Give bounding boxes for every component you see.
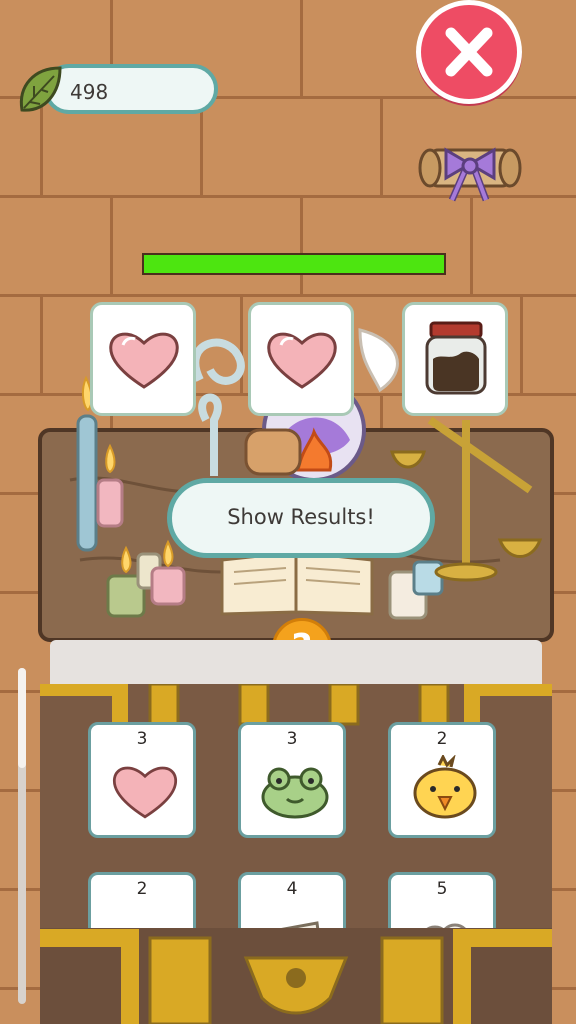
recipe-scroll-button[interactable]: [416, 128, 524, 210]
inventory-item-heart[interactable]: 3: [88, 722, 196, 838]
show-results-button[interactable]: Show Results!: [167, 478, 435, 558]
item-count: 2: [136, 879, 148, 899]
heart-icon: [267, 332, 337, 389]
item-count: 2: [436, 729, 448, 749]
item-count: 4: [286, 879, 298, 899]
scroll-ribbon-icon: [418, 147, 522, 202]
progress-fill: [144, 255, 444, 273]
close-icon: [445, 27, 493, 77]
ingredient-slot-1[interactable]: [90, 302, 196, 416]
jar-icon: [425, 321, 487, 395]
ingredient-slot-2[interactable]: [248, 302, 354, 416]
frog-icon: [261, 767, 329, 819]
inventory-grid: 3 3 2 2 4 5: [88, 722, 498, 942]
close-button[interactable]: [416, 0, 522, 104]
heart-icon: [109, 332, 179, 389]
brew-progress-bar: [142, 253, 446, 275]
item-count: 3: [286, 729, 298, 749]
currency-value: 498: [70, 80, 109, 104]
inventory-item-frog[interactable]: 3: [238, 722, 346, 838]
inventory-scrollbar[interactable]: [18, 668, 26, 1004]
chest-lid: [50, 640, 542, 690]
ingredient-slot-3[interactable]: [402, 302, 508, 416]
item-count: 3: [136, 729, 148, 749]
inventory-item-chick[interactable]: 2: [388, 722, 496, 838]
scrollbar-thumb[interactable]: [18, 668, 26, 768]
chick-icon: [413, 755, 477, 819]
heart-icon: [112, 766, 178, 819]
item-count: 5: [436, 879, 448, 899]
currency-display: 498: [44, 64, 218, 114]
leaf-icon: [16, 62, 64, 118]
chest-front: [40, 928, 552, 1024]
